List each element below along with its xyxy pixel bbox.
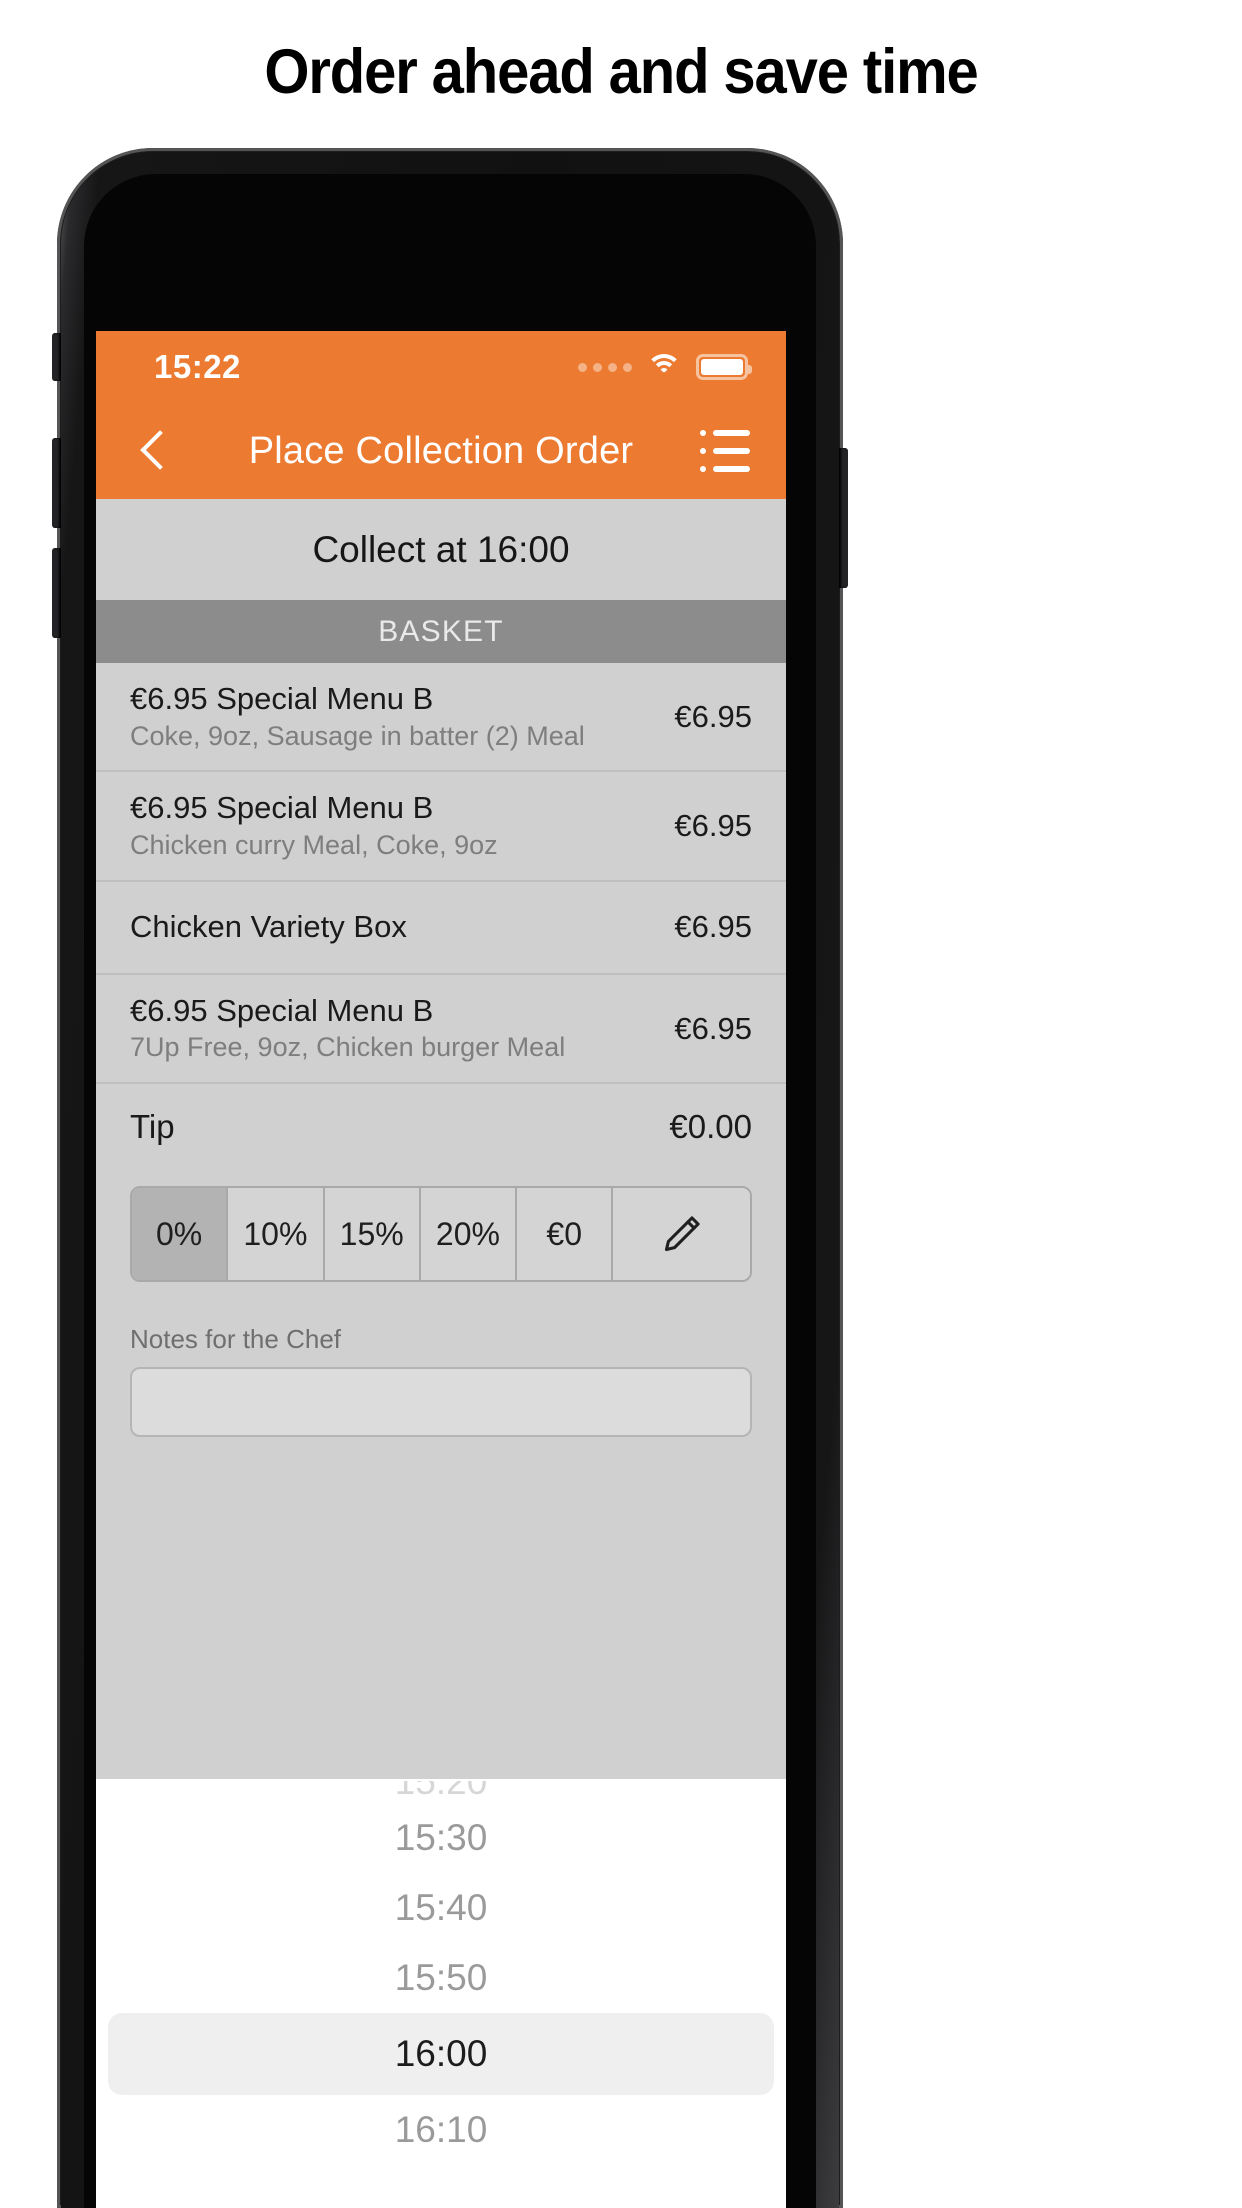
tip-option-10[interactable]: 10% xyxy=(228,1188,325,1281)
status-bar: 15:22 xyxy=(96,331,786,403)
item-price: €6.95 xyxy=(674,808,752,844)
tip-option-custom[interactable]: €0 xyxy=(517,1188,614,1281)
basket-list: €6.95 Special Menu B Coke, 9oz, Sausage … xyxy=(96,663,786,1171)
status-clock: 15:22 xyxy=(154,348,241,385)
tip-label: Tip xyxy=(130,1107,175,1145)
tip-segmented-control: 0% 10% 15% 20% €0 xyxy=(130,1186,752,1283)
tip-amount: €0.00 xyxy=(669,1108,752,1146)
basket-section-header: BASKET xyxy=(96,600,786,663)
notes-input[interactable] xyxy=(130,1367,752,1438)
collect-time-button[interactable]: Collect at 16:00 xyxy=(96,499,786,600)
wifi-icon xyxy=(646,354,682,380)
silent-switch[interactable] xyxy=(52,333,61,381)
tip-option-0[interactable]: 0% xyxy=(132,1188,229,1281)
table-row[interactable]: €6.95 Special Menu B Chicken curry Meal,… xyxy=(96,772,786,882)
time-option-selected[interactable]: 16:00 xyxy=(108,2013,774,2095)
power-button[interactable] xyxy=(839,448,848,588)
time-picker-overlay: 15:20 15:30 15:40 15:50 16:00 16:10 xyxy=(96,1779,786,2208)
time-option[interactable]: 16:10 xyxy=(96,2095,786,2165)
pencil-icon xyxy=(664,1216,700,1252)
volume-down-button[interactable] xyxy=(52,548,61,638)
time-picker-list: 15:20 15:30 15:40 15:50 16:00 16:10 xyxy=(96,1779,786,2165)
item-subtitle: Chicken curry Meal, Coke, 9oz xyxy=(130,830,498,861)
nav-title: Place Collection Order xyxy=(248,429,634,472)
tip-edit-button[interactable] xyxy=(613,1188,750,1281)
item-subtitle: 7Up Free, 9oz, Chicken burger Meal xyxy=(130,1032,566,1063)
nav-bar: Place Collection Order xyxy=(96,403,786,499)
item-price: €6.95 xyxy=(674,1010,752,1046)
item-price: €6.95 xyxy=(674,909,752,945)
signal-dots-icon xyxy=(578,362,632,372)
chevron-left-icon[interactable] xyxy=(132,428,178,474)
notes-label: Notes for the Chef xyxy=(96,1282,786,1368)
item-title: Chicken Variety Box xyxy=(130,909,407,945)
battery-full-icon xyxy=(696,354,752,380)
time-option[interactable]: 15:40 xyxy=(96,1873,786,1943)
tip-row: Tip €0.00 xyxy=(96,1084,786,1170)
status-icons xyxy=(578,354,752,380)
app-screen: 15:22 Place Collection Order Collect at … xyxy=(96,331,786,2208)
list-menu-icon[interactable] xyxy=(700,430,750,472)
table-row[interactable]: Chicken Variety Box €6.95 xyxy=(96,882,786,975)
page-title: Order ahead and save time xyxy=(264,37,978,107)
item-price: €6.95 xyxy=(674,698,752,734)
volume-up-button[interactable] xyxy=(52,438,61,528)
time-option[interactable]: 15:20 xyxy=(96,1781,786,1803)
tip-selector: 0% 10% 15% 20% €0 xyxy=(96,1170,786,1283)
time-option[interactable]: 15:30 xyxy=(96,1803,786,1873)
tip-option-20[interactable]: 20% xyxy=(420,1188,518,1281)
item-title: €6.95 Special Menu B xyxy=(130,790,434,826)
table-row[interactable]: €6.95 Special Menu B 7Up Free, 9oz, Chic… xyxy=(96,975,786,1085)
item-title: €6.95 Special Menu B xyxy=(130,681,434,716)
time-option[interactable]: 15:50 xyxy=(96,1943,786,2013)
item-title: €6.95 Special Menu B xyxy=(130,992,434,1028)
tip-option-15[interactable]: 15% xyxy=(324,1188,421,1281)
item-subtitle: Coke, 9oz, Sausage in batter (2) Meal xyxy=(130,720,585,751)
table-row[interactable]: €6.95 Special Menu B Coke, 9oz, Sausage … xyxy=(96,663,786,773)
